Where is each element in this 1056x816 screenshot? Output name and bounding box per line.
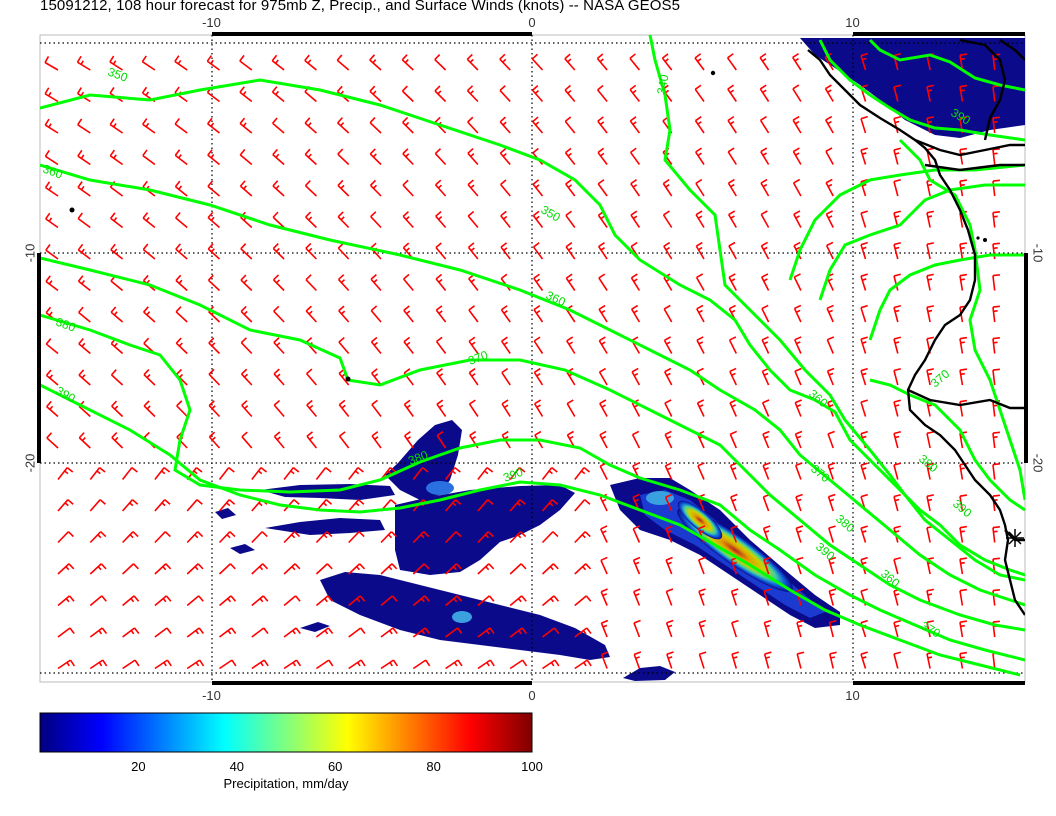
tick-label: -10 bbox=[23, 244, 38, 263]
precip-core bbox=[452, 611, 472, 623]
colorbar-label: Precipitation, mm/day bbox=[223, 776, 349, 791]
colorbar-tick-label: 100 bbox=[521, 759, 543, 774]
forecast-map: 350 3403503603603703803903803903603703803… bbox=[23, 15, 1046, 774]
colorbar-tick-label: 40 bbox=[230, 759, 244, 774]
colorbar-tick-label: 60 bbox=[328, 759, 342, 774]
precip-core bbox=[426, 481, 454, 495]
y-tick-labels-right: -10 -20 bbox=[1031, 244, 1046, 473]
precip-core bbox=[646, 491, 674, 505]
tick-label: 10 bbox=[845, 15, 859, 30]
colorbar-tick-label: 20 bbox=[131, 759, 145, 774]
colorbar-tick-label: 80 bbox=[426, 759, 440, 774]
tick-label: 0 bbox=[528, 688, 535, 703]
tick-label: -20 bbox=[1031, 454, 1046, 473]
x-tick-labels-bottom: -10 0 10 bbox=[202, 688, 860, 703]
colorbar-ticks: 20 40 60 80 100 bbox=[131, 759, 543, 774]
tick-label: 10 bbox=[845, 688, 859, 703]
tick-label: -10 bbox=[202, 688, 221, 703]
tick-label: -20 bbox=[23, 454, 38, 473]
tick-label: -10 bbox=[1031, 244, 1046, 263]
tick-label: -10 bbox=[202, 15, 221, 30]
tick-label: 0 bbox=[528, 15, 535, 30]
x-tick-labels-top: -10 0 10 bbox=[202, 15, 860, 30]
colorbar bbox=[39, 712, 533, 753]
y-tick-labels-left: -10 -20 bbox=[23, 244, 38, 473]
